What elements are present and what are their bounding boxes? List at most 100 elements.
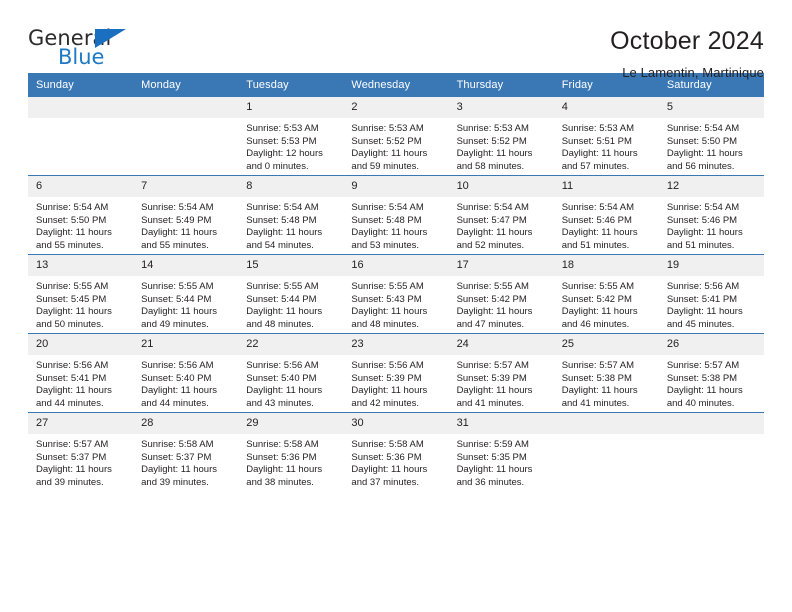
day-details: Sunrise: 5:54 AM Sunset: 5:46 PM Daylight:… <box>554 197 659 252</box>
day-number: 28 <box>133 413 239 434</box>
daylight-text-line2: and 46 minutes. <box>561 318 630 330</box>
calendar-page: General Blue October 2024 Le Lamentin, M… <box>0 0 792 612</box>
calendar-day-cell[interactable]: 28 Sunrise: 5:58 AM Sunset: 5:37 PM Dayligh… <box>133 412 239 491</box>
day-details: Sunrise: 5:56 AM Sunset: 5:41 PM Daylight:… <box>28 355 133 410</box>
day-details: Sunrise: 5:53 AM Sunset: 5:52 PM Daylight:… <box>449 118 554 173</box>
daylight-text-line2: and 45 minutes. <box>666 318 735 330</box>
sunset-text: Sunset: 5:36 PM <box>246 451 317 463</box>
generalblue-logo[interactable]: General Blue <box>28 26 138 74</box>
calendar-day-cell-empty <box>658 412 764 491</box>
day-number: 19 <box>658 255 764 276</box>
day-number: 31 <box>448 413 554 434</box>
calendar-day-cell[interactable]: 30 Sunrise: 5:58 AM Sunset: 5:36 PM Dayligh… <box>343 412 449 491</box>
calendar-day-cell[interactable]: 24 Sunrise: 5:57 AM Sunset: 5:39 PM Dayligh… <box>448 333 554 413</box>
day-number: 23 <box>343 334 449 355</box>
calendar-day-cell[interactable]: 2 Sunrise: 5:53 AM Sunset: 5:52 PM Daylight… <box>343 97 449 176</box>
calendar-day-cell[interactable]: 31 Sunrise: 5:59 AM Sunset: 5:35 PM Dayligh… <box>448 412 554 491</box>
sunset-text: Sunset: 5:41 PM <box>666 293 738 305</box>
sunset-text: Sunset: 5:39 PM <box>351 372 422 384</box>
calendar-day-cell[interactable]: 12 Sunrise: 5:54 AM Sunset: 5:46 PM Dayligh… <box>658 175 764 255</box>
calendar-day-cell[interactable]: 29 Sunrise: 5:58 AM Sunset: 5:36 PM Dayligh… <box>238 412 344 491</box>
daylight-text-line2: and 59 minutes. <box>351 160 420 172</box>
daylight-text-line1: Daylight: 11 hours <box>36 385 112 397</box>
day-number: 6 <box>28 176 134 197</box>
sunset-text: Sunset: 5:52 PM <box>351 135 422 147</box>
sunrise-text: Sunrise: 5:58 AM <box>351 439 424 450</box>
calendar-day-cell[interactable]: 14 Sunrise: 5:55 AM Sunset: 5:44 PM Dayligh… <box>133 254 239 334</box>
calendar-day-cell[interactable]: 5 Sunrise: 5:54 AM Sunset: 5:50 PM Daylight… <box>658 97 764 176</box>
sunrise-text: Sunrise: 5:56 AM <box>36 360 109 371</box>
calendar-week-row: 1 Sunrise: 5:53 AM Sunset: 5:53 PM Daylight… <box>28 97 764 176</box>
day-details: Sunrise: 5:58 AM Sunset: 5:36 PM Daylight:… <box>238 434 343 489</box>
sunrise-text: Sunrise: 5:53 AM <box>246 123 319 134</box>
daylight-text-line2: and 42 minutes. <box>351 397 420 409</box>
calendar-day-cell[interactable]: 15 Sunrise: 5:55 AM Sunset: 5:44 PM Dayligh… <box>238 254 344 334</box>
calendar-day-cell[interactable]: 17 Sunrise: 5:55 AM Sunset: 5:42 PM Dayligh… <box>448 254 554 334</box>
daylight-text-line2: and 54 minutes. <box>246 239 314 251</box>
daylight-text-line2: and 58 minutes. <box>456 160 525 172</box>
sunset-text: Sunset: 5:44 PM <box>246 293 317 305</box>
sunset-text: Sunset: 5:52 PM <box>456 135 527 147</box>
calendar-day-cell[interactable]: 1 Sunrise: 5:53 AM Sunset: 5:53 PM Daylight… <box>238 97 344 176</box>
sunset-text: Sunset: 5:45 PM <box>36 293 107 305</box>
day-number <box>133 97 239 118</box>
day-details: Sunrise: 5:54 AM Sunset: 5:46 PM Daylight:… <box>659 197 764 252</box>
calendar-day-cell[interactable]: 8 Sunrise: 5:54 AM Sunset: 5:48 PM Daylight… <box>238 175 344 255</box>
calendar-day-cell[interactable]: 18 Sunrise: 5:55 AM Sunset: 5:42 PM Dayligh… <box>553 254 659 334</box>
sunset-text: Sunset: 5:36 PM <box>351 451 422 463</box>
daylight-text-line2: and 49 minutes. <box>141 318 209 330</box>
sunrise-text: Sunrise: 5:54 AM <box>141 202 214 213</box>
weekday-header-sunday: Sunday <box>28 73 134 97</box>
calendar-day-cell[interactable]: 23 Sunrise: 5:56 AM Sunset: 5:39 PM Dayligh… <box>343 333 449 413</box>
daylight-text-line2: and 38 minutes. <box>246 476 314 488</box>
daylight-text-line1: Daylight: 11 hours <box>246 306 323 318</box>
sunrise-text: Sunrise: 5:56 AM <box>246 360 319 371</box>
day-number: 26 <box>658 334 764 355</box>
calendar-day-cell[interactable]: 3 Sunrise: 5:53 AM Sunset: 5:52 PM Daylight… <box>448 97 554 176</box>
day-details: Sunrise: 5:54 AM Sunset: 5:50 PM Daylight:… <box>28 197 133 252</box>
sunrise-text: Sunrise: 5:56 AM <box>666 281 740 292</box>
day-number <box>28 97 134 118</box>
daylight-text-line2: and 51 minutes. <box>561 239 630 251</box>
sunrise-text: Sunrise: 5:54 AM <box>246 202 319 213</box>
calendar-day-cell[interactable]: 13 Sunrise: 5:55 AM Sunset: 5:45 PM Dayligh… <box>28 254 134 334</box>
sunset-text: Sunset: 5:39 PM <box>456 372 527 384</box>
sunset-text: Sunset: 5:41 PM <box>36 372 107 384</box>
calendar-day-cell[interactable]: 22 Sunrise: 5:56 AM Sunset: 5:40 PM Dayligh… <box>238 333 344 413</box>
daylight-text-line1: Daylight: 11 hours <box>666 227 743 239</box>
calendar-day-cell[interactable]: 16 Sunrise: 5:55 AM Sunset: 5:43 PM Dayligh… <box>343 254 449 334</box>
daylight-text-line2: and 52 minutes. <box>456 239 525 251</box>
sunrise-text: Sunrise: 5:54 AM <box>351 202 424 213</box>
calendar-day-cell[interactable]: 20 Sunrise: 5:56 AM Sunset: 5:41 PM Dayligh… <box>28 333 134 413</box>
day-number: 25 <box>553 334 659 355</box>
calendar-day-cell[interactable]: 19 Sunrise: 5:56 AM Sunset: 5:41 PM Dayligh… <box>658 254 764 334</box>
calendar-day-cell[interactable]: 7 Sunrise: 5:54 AM Sunset: 5:49 PM Daylight… <box>133 175 239 255</box>
sunset-text: Sunset: 5:48 PM <box>246 214 317 226</box>
daylight-text-line1: Daylight: 11 hours <box>561 227 638 239</box>
sunset-text: Sunset: 5:43 PM <box>351 293 422 305</box>
day-number <box>658 413 764 434</box>
sunset-text: Sunset: 5:44 PM <box>141 293 212 305</box>
calendar-day-cell-empty <box>133 97 239 176</box>
day-number: 14 <box>133 255 239 276</box>
day-number: 13 <box>28 255 134 276</box>
calendar-day-cell[interactable]: 6 Sunrise: 5:54 AM Sunset: 5:50 PM Daylight… <box>28 175 134 255</box>
calendar-day-cell[interactable]: 9 Sunrise: 5:54 AM Sunset: 5:48 PM Daylight… <box>343 175 449 255</box>
calendar-day-cell[interactable]: 11 Sunrise: 5:54 AM Sunset: 5:46 PM Dayligh… <box>553 175 659 255</box>
calendar-day-cell[interactable]: 21 Sunrise: 5:56 AM Sunset: 5:40 PM Dayligh… <box>133 333 239 413</box>
sunrise-text: Sunrise: 5:54 AM <box>666 123 740 134</box>
sunrise-sunset-calendar: Sunday Monday Tuesday Wednesday Thursday… <box>28 73 764 491</box>
sunrise-text: Sunrise: 5:54 AM <box>561 202 635 213</box>
day-details: Sunrise: 5:57 AM Sunset: 5:39 PM Daylight:… <box>449 355 554 410</box>
calendar-day-cell[interactable]: 4 Sunrise: 5:53 AM Sunset: 5:51 PM Daylight… <box>553 97 659 176</box>
day-number: 27 <box>28 413 134 434</box>
calendar-day-cell[interactable]: 26 Sunrise: 5:57 AM Sunset: 5:38 PM Dayligh… <box>658 333 764 413</box>
daylight-text-line2: and 43 minutes. <box>246 397 314 409</box>
sunrise-text: Sunrise: 5:54 AM <box>36 202 109 213</box>
calendar-day-cell[interactable]: 27 Sunrise: 5:57 AM Sunset: 5:37 PM Dayligh… <box>28 412 134 491</box>
calendar-day-cell[interactable]: 25 Sunrise: 5:57 AM Sunset: 5:38 PM Dayligh… <box>553 333 659 413</box>
day-details: Sunrise: 5:54 AM Sunset: 5:50 PM Daylight:… <box>659 118 764 173</box>
day-details: Sunrise: 5:53 AM Sunset: 5:52 PM Daylight:… <box>343 118 448 173</box>
sunset-text: Sunset: 5:37 PM <box>141 451 212 463</box>
calendar-day-cell[interactable]: 10 Sunrise: 5:54 AM Sunset: 5:47 PM Dayligh… <box>448 175 554 255</box>
